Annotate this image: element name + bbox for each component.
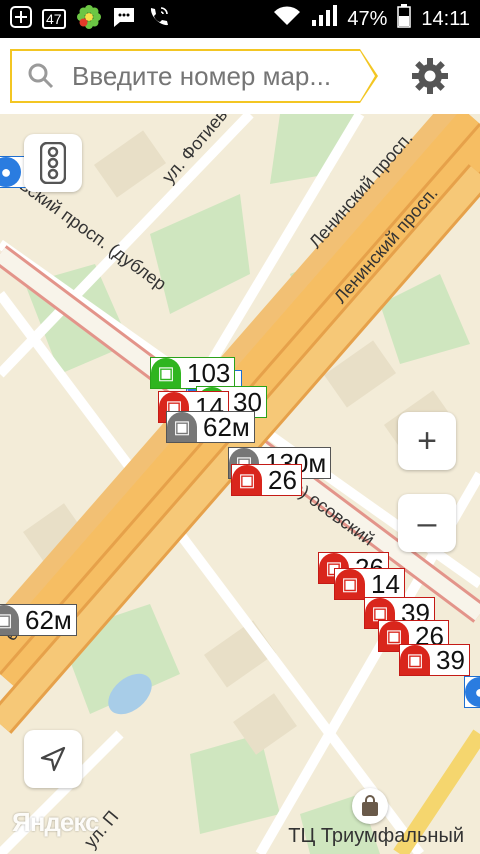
map-view[interactable]: ул. Фотиева Ленинский просп. Ленинский п… (0, 114, 480, 854)
shopping-bag-icon (362, 795, 378, 816)
add-box-icon (10, 6, 32, 32)
poi-shopping-marker[interactable] (352, 788, 388, 824)
stop-marker[interactable]: ●49 (464, 676, 480, 708)
bus-icon: ▣ (151, 358, 181, 388)
trolleybus-icon: ● (465, 677, 480, 707)
trolleybus-icon: ● (0, 157, 21, 187)
icq-flower-icon (76, 4, 102, 34)
my-location-button[interactable] (24, 730, 82, 788)
route-search-input[interactable] (70, 59, 359, 93)
zoom-in-button[interactable]: + (398, 412, 456, 470)
tram-icon: ▣ (400, 645, 430, 675)
bus-icon: ▣ (167, 412, 197, 442)
chat-icon (112, 6, 136, 32)
stop-marker[interactable]: ▣ 62м (0, 604, 77, 636)
clock: 14:11 (421, 7, 470, 30)
top-bar (0, 38, 480, 114)
phone-call-icon (146, 5, 170, 33)
notification-count-icon: 47 (42, 9, 66, 29)
settings-gear-icon[interactable] (410, 56, 450, 96)
stop-marker[interactable]: ▣ 103 (150, 357, 236, 389)
battery-icon (397, 4, 412, 34)
stop-marker[interactable]: ▣ 39 (399, 644, 470, 676)
status-bar: 47 47% 14:11 (0, 0, 480, 38)
search-icon (28, 63, 54, 89)
traffic-toggle-button[interactable] (24, 134, 82, 192)
yandex-logo: Яндекс (12, 807, 99, 837)
signal-icon (311, 5, 338, 33)
plus-icon: + (417, 421, 437, 460)
bus-icon: ▣ (0, 605, 19, 635)
stop-marker[interactable]: ▣ 14 (334, 568, 405, 600)
battery-percent: 47% (347, 7, 388, 30)
poi-label: ТЦ Триумфальный (288, 825, 464, 847)
traffic-light-icon (40, 142, 66, 184)
zoom-out-button[interactable]: – (398, 494, 456, 552)
tram-icon: ▣ (335, 569, 365, 599)
wifi-icon (273, 5, 301, 33)
navigation-arrow-icon (40, 746, 66, 772)
tram-icon: ▣ (232, 465, 262, 495)
stop-marker[interactable]: ▣26 (231, 464, 302, 496)
minus-icon: – (417, 503, 437, 542)
search-box[interactable] (10, 49, 378, 103)
stop-marker[interactable]: ▣ 62м (166, 411, 255, 443)
